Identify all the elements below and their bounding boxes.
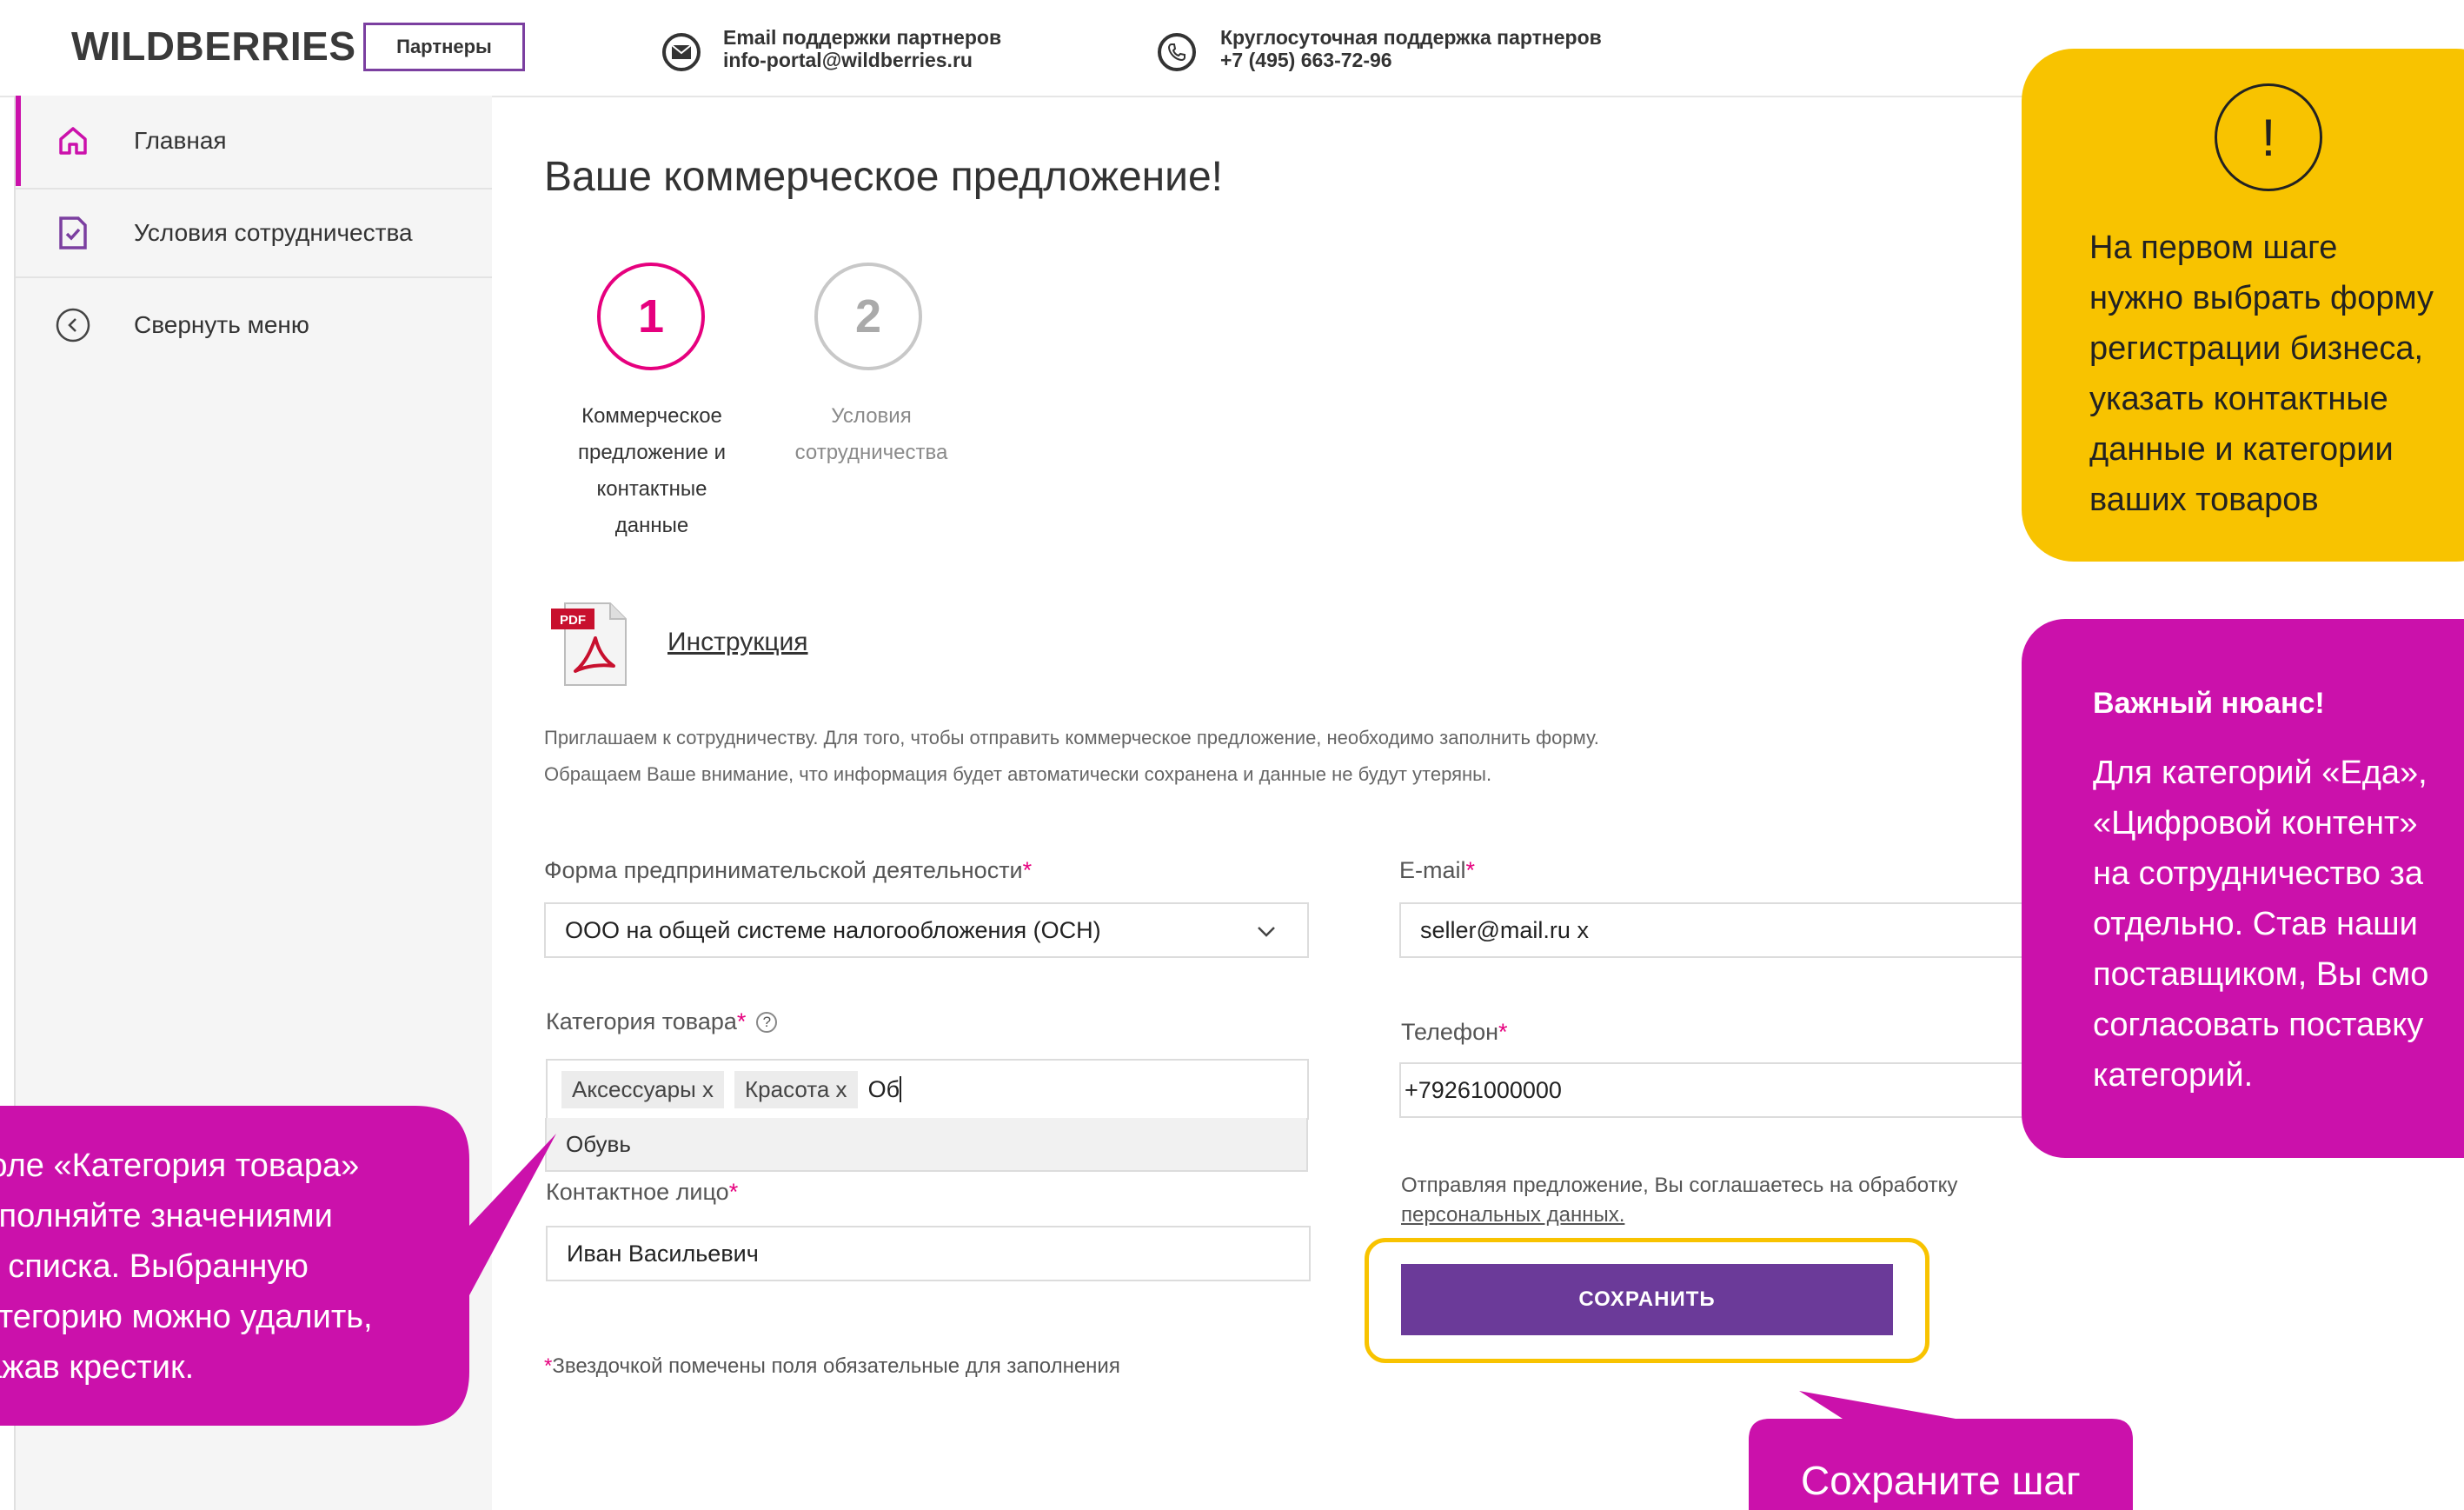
category-tag[interactable]: Красота x <box>734 1070 858 1108</box>
business-form-label: Форма предпринимательской деятельности* <box>544 857 1032 884</box>
personal-data-link[interactable]: персональных данных. <box>1401 1203 1624 1227</box>
partners-badge: Партнеры <box>363 23 525 71</box>
contact-input[interactable]: Иван Васильевич <box>546 1226 1311 1281</box>
required-asterisk: * <box>1465 857 1476 883</box>
sidebar-item-label: Свернуть меню <box>134 311 309 338</box>
phone-input[interactable]: +79261000000 <box>1399 1062 2060 1118</box>
step-2-circle[interactable]: 2 <box>814 263 922 370</box>
document-check-icon <box>47 216 99 250</box>
step-1-circle[interactable]: 1 <box>597 263 705 370</box>
exclamation-icon: ! <box>2215 83 2322 191</box>
business-form-value: ООО на общей системе налогообложения (ОС… <box>565 916 1101 943</box>
tip-1-line: На первом шаге <box>2089 229 2338 266</box>
tip-1-line: указать контактные <box>2089 381 2388 417</box>
phone-icon <box>1158 33 1196 71</box>
required-asterisk: * <box>728 1179 739 1205</box>
email-support-address[interactable]: info-portal@wildberries.ru <box>723 49 1001 71</box>
tip-2-text: Для категорий «Еда», «Цифровой контент» … <box>2093 748 2428 1101</box>
step-1-label-line: данные <box>614 514 689 537</box>
wildberries-logo[interactable]: WILDBERRIES <box>71 23 356 70</box>
category-label-text: Категория товара <box>546 1008 737 1034</box>
email-support-title: Email поддержки партнеров <box>723 26 1002 49</box>
email-label: E-mail* <box>1399 857 1475 884</box>
tip-2-line: согласовать поставку <box>2093 1007 2424 1043</box>
pdf-badge-text: PDF <box>560 613 586 628</box>
tip-1-line: нужно выбрать форму <box>2089 280 2434 316</box>
required-asterisk: * <box>736 1008 747 1034</box>
tip-2-line: поставщиком, Вы смо <box>2093 956 2429 993</box>
category-dropdown-option[interactable]: Обувь <box>545 1118 1308 1172</box>
step-2-label-line: сотрудничества <box>794 441 948 464</box>
tip-1-line: регистрации бизнеса, <box>2089 330 2424 367</box>
category-label: Категория товара *? <box>546 1008 778 1035</box>
category-search-text[interactable]: Об <box>868 1076 900 1103</box>
tip-1-text: На первом шаге нужно выбрать форму регис… <box>2089 223 2434 525</box>
phone-support-block: Круглосуточная поддержка партнеров +7 (4… <box>1220 26 1602 71</box>
step-1-label: Коммерческое предложение и контактные да… <box>556 398 747 544</box>
step-1-label-line: предложение и <box>577 441 726 464</box>
tip-3-line: категорию можно удалить, <box>0 1299 373 1335</box>
tip-3-text: Поле «Категория товара» заполняйте значе… <box>0 1141 373 1393</box>
intro-text-line-1: Приглашаем к сотрудничеству. Для того, ч… <box>544 727 1599 748</box>
tip-4-text: Сохраните шаг <box>1801 1458 2081 1503</box>
tip-2-line: на сотрудничество за <box>2093 855 2423 892</box>
phone-label-text: Телефон <box>1401 1019 1499 1045</box>
email-input[interactable]: seller@mail.ru x <box>1399 902 2060 958</box>
sidebar-item-home[interactable]: Главная <box>16 96 492 186</box>
intro-text-line-2: Обращаем Ваше внимание, что информация б… <box>544 763 1492 785</box>
required-asterisk: * <box>1022 857 1033 883</box>
sidebar-item-label: Главная <box>134 127 227 154</box>
home-icon <box>47 124 99 157</box>
tip-3-line: из списка. Выбранную <box>0 1248 309 1285</box>
tip-1-line: ваших товаров <box>2089 482 2319 518</box>
phone-label: Телефон* <box>1401 1019 1508 1046</box>
text-cursor <box>900 1076 902 1102</box>
envelope-icon <box>662 33 701 71</box>
step-1-label-line: контактные <box>596 477 707 501</box>
tip-3-line: заполняйте значениями <box>0 1198 333 1234</box>
business-form-select[interactable]: ООО на общей системе налогообложения (ОС… <box>544 902 1309 958</box>
chevron-down-icon <box>1257 917 1276 944</box>
step-2-label-line: Условия <box>831 404 912 428</box>
business-form-label-text: Форма предпринимательской деятельности <box>544 857 1023 883</box>
tip-3-line: Поле «Категория товара» <box>0 1147 360 1184</box>
tip-1-line: данные и категории <box>2089 431 2394 468</box>
sidebar-item-terms[interactable]: Условия сотрудничества <box>16 188 492 278</box>
help-icon[interactable]: ? <box>756 1011 778 1033</box>
tip-2-line: Для категорий «Еда», <box>2093 755 2427 791</box>
save-button-highlight <box>1365 1238 1929 1363</box>
sidebar-item-label: Условия сотрудничества <box>134 219 413 246</box>
pdf-file-icon[interactable]: PDF <box>548 596 643 692</box>
category-multiselect[interactable]: Аксессуары x Красота x Об <box>546 1059 1309 1120</box>
tip-2-title: Важный нюанс! <box>2093 687 2325 720</box>
email-label-text: E-mail <box>1399 857 1466 883</box>
phone-support-title: Круглосуточная поддержка партнеров <box>1220 26 1602 49</box>
required-note-text: Звездочкой помечены поля обязательные дл… <box>552 1354 1120 1378</box>
step-1-label-line: Коммерческое <box>581 404 722 428</box>
tip-2-line: категорий. <box>2093 1057 2254 1094</box>
sidebar-item-collapse[interactable]: Свернуть меню <box>16 280 492 370</box>
tip-3-line: нажав крестик. <box>0 1349 195 1386</box>
phone-support-number[interactable]: +7 (495) 663-72-96 <box>1220 49 1602 71</box>
consent-text: Отправляя предложение, Вы соглашаетесь н… <box>1401 1174 1958 1197</box>
tip-2-line: отдельно. Став наши <box>2093 906 2418 942</box>
required-note: *Звездочкой помечены поля обязательные д… <box>544 1354 1120 1379</box>
chevron-left-circle-icon <box>47 307 99 343</box>
email-support-block: Email поддержки партнеров info-portal@wi… <box>723 26 1001 71</box>
tip-2-line: «Цифровой контент» <box>2093 805 2418 841</box>
required-asterisk: * <box>1498 1019 1508 1045</box>
instruction-link[interactable]: Инструкция <box>667 628 808 657</box>
step-2-label: Условия сотрудничества <box>774 398 969 471</box>
page-title: Ваше коммерческое предложение! <box>544 154 1223 200</box>
